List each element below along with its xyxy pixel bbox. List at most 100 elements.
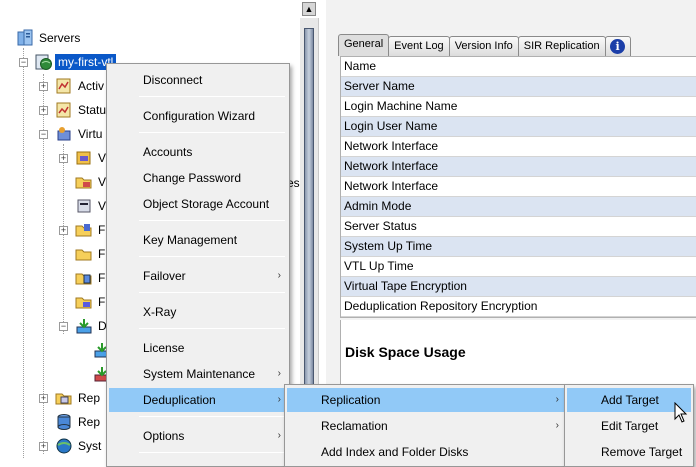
property-row[interactable]: Server Name [341, 77, 696, 97]
property-row[interactable]: System Up Time [341, 237, 696, 257]
system-globe-icon [55, 437, 73, 455]
tree-node-v1[interactable]: V [75, 148, 109, 168]
dedup-icon [75, 317, 93, 335]
tree-node-v3[interactable]: V [75, 196, 109, 216]
property-row[interactable]: Network Interface [341, 157, 696, 177]
menu-item-failover[interactable]: Failover › [109, 264, 287, 288]
folder-icon [75, 245, 93, 263]
submenu-arrow-icon: › [277, 430, 281, 441]
drive-icon [75, 197, 93, 215]
menu-item-add-index-folder-disks[interactable]: Add Index and Folder Disks [287, 440, 565, 464]
menu-item-key-management[interactable]: Key Management [109, 228, 287, 252]
tree-node-replication[interactable]: Rep [55, 388, 103, 408]
properties-header: Name [341, 57, 696, 77]
menu-item-accounts[interactable]: Accounts [109, 140, 287, 164]
collapse-toggle[interactable] [19, 58, 28, 67]
menu-item-object-storage-account[interactable]: Object Storage Account [109, 192, 287, 216]
submenu-arrow-icon: › [277, 368, 281, 379]
tree-node-f4[interactable]: F [75, 292, 108, 312]
menu-item-edit-target[interactable]: Edit Target [567, 414, 691, 438]
menu-item-system-maintenance[interactable]: System Maintenance › [109, 362, 287, 386]
expand-toggle[interactable] [39, 106, 48, 115]
property-row[interactable]: Login Machine Name [341, 97, 696, 117]
properties-table: Name Server Name Login Machine Name Logi… [340, 56, 696, 318]
expand-toggle[interactable] [59, 226, 68, 235]
tree-node-status[interactable]: Statu [55, 100, 109, 120]
menu-separator [139, 256, 285, 257]
tree-connector [63, 144, 64, 334]
tree-connector [23, 48, 24, 458]
menu-item-disconnect[interactable]: Disconnect [109, 68, 287, 92]
database-icon [55, 413, 73, 431]
menu-separator [139, 452, 285, 453]
menu-separator [139, 132, 285, 133]
folder-icon [75, 221, 93, 239]
servers-icon [16, 29, 34, 47]
virtual-library-icon [55, 125, 73, 143]
menu-item-configuration-wizard[interactable]: Configuration Wizard [109, 104, 287, 128]
submenu-arrow-icon: › [277, 270, 281, 281]
deduplication-submenu: Replication › Reclamation › Add Index and … [284, 384, 568, 467]
tree-node-dedup[interactable]: D [75, 316, 110, 336]
menu-separator [139, 96, 285, 97]
replication-icon [55, 389, 73, 407]
tree-node-f3[interactable]: F [75, 268, 108, 288]
collapse-up-icon[interactable]: ▲ [302, 2, 316, 16]
property-row[interactable]: Admin Mode [341, 197, 696, 217]
menu-item-x-ray[interactable]: X-Ray [109, 300, 287, 324]
folder-icon [75, 173, 93, 191]
folder-icon [75, 269, 93, 287]
property-row[interactable]: VTL Up Time [341, 257, 696, 277]
activity-icon [55, 77, 73, 95]
expand-toggle[interactable] [59, 154, 68, 163]
mouse-cursor-icon [674, 402, 688, 423]
tree-node-activity[interactable]: Activ [55, 76, 107, 96]
tab-strip: General Event Log Version Info SIR Repli… [338, 34, 631, 56]
menu-separator [139, 416, 285, 417]
menu-item-deduplication[interactable]: Deduplication › [109, 388, 287, 412]
expand-toggle[interactable] [39, 442, 48, 451]
collapse-toggle[interactable] [39, 130, 48, 139]
menu-item-change-password[interactable]: Change Password [109, 166, 287, 190]
status-icon [55, 101, 73, 119]
menu-item-options[interactable]: Options › [109, 424, 287, 448]
tab-version-info[interactable]: Version Info [448, 36, 519, 56]
tree-node-f1[interactable]: F [75, 220, 108, 240]
tree-node-v2[interactable]: V [75, 172, 109, 192]
menu-separator [139, 220, 285, 221]
disk-space-title: Disk Space Usage [345, 344, 466, 360]
property-row[interactable]: Network Interface [341, 177, 696, 197]
menu-item-add-target[interactable]: Add Target [567, 388, 691, 412]
collapse-toggle[interactable] [59, 322, 68, 331]
tree-node-server[interactable]: my-first-vtl [35, 52, 118, 72]
property-row[interactable]: Login User Name [341, 117, 696, 137]
submenu-arrow-icon: › [555, 394, 559, 405]
submenu-arrow-icon: › [555, 420, 559, 431]
tree-node-system[interactable]: Syst [55, 436, 104, 456]
server-context-menu: Disconnect Configuration Wizard Accounts… [106, 63, 290, 467]
folder-icon [75, 293, 93, 311]
expand-toggle[interactable] [39, 394, 48, 403]
tab-sir-replication[interactable]: SIR Replication [517, 36, 606, 56]
property-row[interactable]: Deduplication Repository Encryption [341, 297, 696, 317]
submenu-arrow-icon: › [277, 394, 281, 405]
property-row[interactable]: Network Interface [341, 137, 696, 157]
menu-item-license[interactable]: License [109, 336, 287, 360]
menu-separator [139, 292, 285, 293]
info-icon: i [610, 39, 626, 54]
tape-library-icon [75, 149, 93, 167]
tree-node-servers[interactable]: Servers [16, 28, 83, 48]
tree-node-report[interactable]: Rep [55, 412, 103, 432]
property-row[interactable]: Virtual Tape Encryption [341, 277, 696, 297]
tree-node-f2[interactable]: F [75, 244, 108, 264]
tab-event-log[interactable]: Event Log [388, 36, 450, 56]
tab-general[interactable]: General [338, 34, 390, 56]
menu-item-remove-target[interactable]: Remove Target [567, 440, 691, 464]
menu-item-replication[interactable]: Replication › [287, 388, 565, 412]
property-row[interactable]: Server Status [341, 217, 696, 237]
tree-node-virtual[interactable]: Virtu [55, 124, 105, 144]
expand-toggle[interactable] [39, 82, 48, 91]
menu-item-reclamation[interactable]: Reclamation › [287, 414, 565, 438]
menu-separator [139, 328, 285, 329]
tab-info[interactable]: i [604, 36, 631, 56]
